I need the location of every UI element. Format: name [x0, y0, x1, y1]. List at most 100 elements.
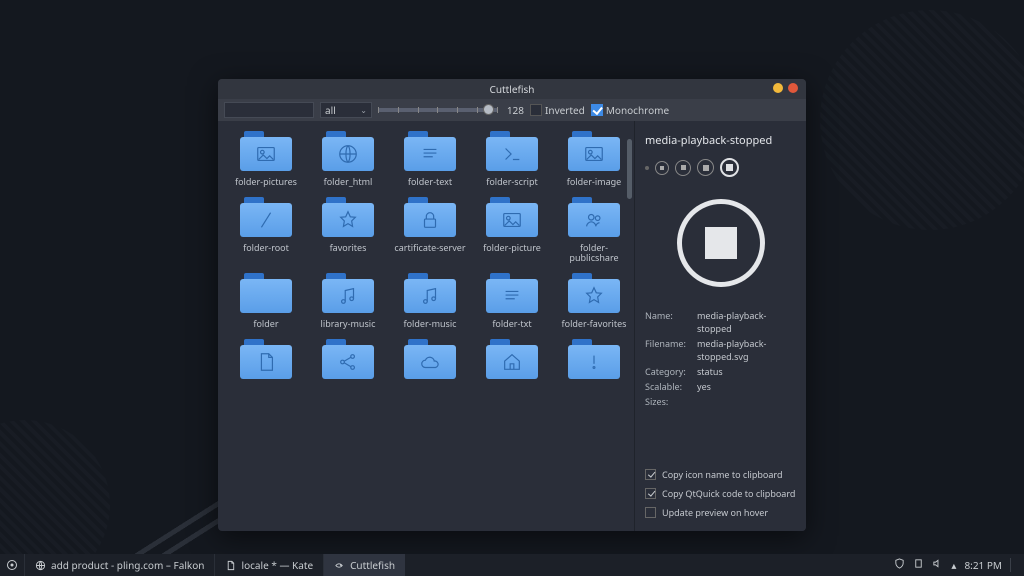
folder-icon: [486, 339, 538, 379]
icon-label: folder-root: [243, 243, 289, 253]
icon-label: folder-image: [567, 177, 622, 187]
taskbar: add product - pling.com – Falkon locale *…: [0, 554, 1024, 576]
size-option-l[interactable]: [697, 159, 714, 176]
volume-icon[interactable]: [932, 558, 943, 572]
folder-icon: [404, 273, 456, 313]
size-option-xl[interactable]: [720, 158, 739, 177]
lines-icon: [496, 285, 528, 307]
icon-cell-folder_html[interactable]: folder_html: [310, 131, 386, 187]
copy-name-checkbox[interactable]: [645, 469, 656, 480]
size-option-s[interactable]: [655, 161, 669, 175]
cloud-icon: [414, 351, 446, 373]
details-title: media-playback-stopped: [645, 133, 796, 148]
chevron-up-icon[interactable]: ▴: [951, 558, 956, 572]
icon-grid-viewport: folder-pictures folder_html folder-text fol…: [218, 121, 634, 531]
folder-icon: [568, 197, 620, 237]
icon-cell-folder[interactable]: folder: [228, 273, 304, 329]
icon-cell-doc[interactable]: [228, 339, 304, 379]
icon-cell-folder-txt[interactable]: folder-txt: [474, 273, 550, 329]
icon-label: folder-picture: [483, 243, 541, 253]
music-icon: [414, 285, 446, 307]
taskbar-task[interactable]: locale * — Kate: [214, 554, 323, 576]
search-input[interactable]: [224, 102, 314, 118]
image-icon: [250, 143, 282, 165]
icon-cell-favorites[interactable]: favorites: [310, 197, 386, 263]
app-window: Cuttlefish all ⌄ 128 Inverted Monochrome: [218, 79, 806, 531]
meta-scalable-value: yes: [697, 380, 796, 393]
doc-icon: [225, 560, 236, 571]
update-hover-checkbox[interactable]: [645, 507, 656, 518]
update-hover-action[interactable]: Update preview on hover: [645, 506, 796, 519]
copy-qt-checkbox[interactable]: [645, 488, 656, 499]
scrollbar-thumb[interactable]: [627, 139, 632, 199]
system-tray: ▴ 8:21 PM: [886, 558, 1024, 572]
update-hover-label: Update preview on hover: [662, 506, 768, 519]
size-slider[interactable]: [378, 108, 498, 112]
folder-icon: [404, 339, 456, 379]
folder-icon: [240, 339, 292, 379]
meta-name-key: Name:: [645, 309, 693, 335]
copy-name-action[interactable]: Copy icon name to clipboard: [645, 468, 796, 481]
icon-cell-folder-root[interactable]: folder-root: [228, 197, 304, 263]
desktop-peek[interactable]: [1010, 558, 1016, 572]
clock[interactable]: 8:21 PM: [964, 558, 1002, 572]
slider-thumb[interactable]: [483, 104, 494, 115]
meta-sizes-value: [697, 395, 796, 408]
details-panel: media-playback-stopped Name: media-playb…: [634, 121, 806, 531]
meta-filename-key: Filename:: [645, 337, 693, 363]
bang-icon: [578, 351, 610, 373]
filter-combo[interactable]: all ⌄: [320, 102, 372, 118]
folder-icon: [240, 197, 292, 237]
home-icon: [496, 351, 528, 373]
folder-icon: [486, 197, 538, 237]
icon-cell-folder-publicshare[interactable]: folder-publicshare: [556, 197, 632, 263]
meta-sizes-key: Sizes:: [645, 395, 693, 408]
window-minimize-button[interactable]: [773, 83, 783, 93]
icon-label: library-music: [321, 319, 376, 329]
icon-cell-folder-pictures[interactable]: folder-pictures: [228, 131, 304, 187]
icon-cell-home[interactable]: [474, 339, 550, 379]
icon-cell-folder-favorites[interactable]: folder-favorites: [556, 273, 632, 329]
icon-grid: folder-pictures folder_html folder-text fol…: [218, 121, 634, 389]
toolbar: all ⌄ 128 Inverted Monochrome: [218, 99, 806, 121]
taskbar-task[interactable]: Cuttlefish: [323, 554, 405, 576]
icon-label: favorites: [330, 243, 367, 253]
filter-value: all: [325, 103, 336, 117]
icon-cell-cartificate-server[interactable]: cartificate-server: [392, 197, 468, 263]
icon-cell-share[interactable]: [310, 339, 386, 379]
inverted-checkbox[interactable]: [530, 104, 542, 116]
icon-cell-cloud[interactable]: [392, 339, 468, 379]
window-title: Cuttlefish: [490, 82, 535, 96]
icon-label: folder: [253, 319, 278, 329]
icon-label: folder-music: [403, 319, 456, 329]
folder-icon: [486, 273, 538, 313]
folder-icon: [486, 131, 538, 171]
size-option-xs[interactable]: [645, 166, 649, 170]
window-close-button[interactable]: [788, 83, 798, 93]
monochrome-label: Monochrome: [606, 103, 669, 117]
titlebar[interactable]: Cuttlefish: [218, 79, 806, 99]
icon-cell-folder-music[interactable]: folder-music: [392, 273, 468, 329]
taskbar-task[interactable]: add product - pling.com – Falkon: [24, 554, 214, 576]
icon-cell-folder-text[interactable]: folder-text: [392, 131, 468, 187]
copy-qt-action[interactable]: Copy QtQuick code to clipboard: [645, 487, 796, 500]
meta-scalable-key: Scalable:: [645, 380, 693, 393]
shield-icon[interactable]: [894, 558, 905, 572]
icon-label: folder-script: [486, 177, 538, 187]
inverted-label: Inverted: [545, 103, 585, 117]
star-icon: [578, 285, 610, 307]
icon-label: folder_html: [324, 177, 373, 187]
icon-cell-library-music[interactable]: library-music: [310, 273, 386, 329]
icon-cell-bang[interactable]: [556, 339, 632, 379]
monochrome-checkbox[interactable]: [591, 104, 603, 116]
clipboard-icon[interactable]: [913, 558, 924, 572]
size-option-m[interactable]: [675, 160, 691, 176]
icon-cell-folder-script[interactable]: folder-script: [474, 131, 550, 187]
folder-icon: [568, 131, 620, 171]
task-label: add product - pling.com – Falkon: [51, 558, 204, 572]
icon-cell-folder-picture[interactable]: folder-picture: [474, 197, 550, 263]
icon-cell-folder-image[interactable]: folder-image: [556, 131, 632, 187]
start-button[interactable]: [0, 559, 24, 571]
chevron-down-icon: ⌄: [360, 105, 367, 116]
star-icon: [332, 209, 364, 231]
